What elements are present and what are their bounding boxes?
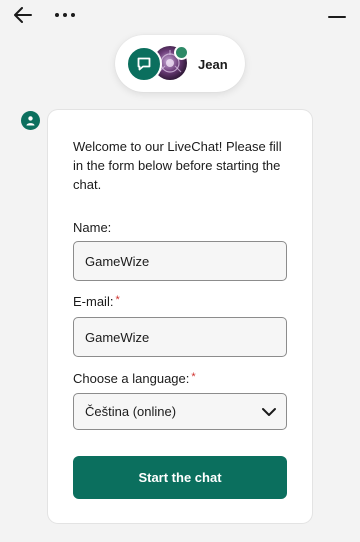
- system-message-avatar: [21, 111, 40, 130]
- minimize-icon: [328, 16, 346, 18]
- required-marker: *: [115, 294, 120, 306]
- user-icon: [26, 116, 35, 126]
- name-input[interactable]: [73, 241, 287, 281]
- agent-header: Jean: [115, 35, 245, 92]
- back-button[interactable]: [8, 2, 38, 28]
- agent-name: Jean: [198, 57, 228, 72]
- top-bar: [0, 0, 360, 30]
- arrow-left-icon: [14, 7, 32, 23]
- language-label: Choose a language: *: [73, 371, 196, 386]
- more-horizontal-icon: [55, 13, 75, 17]
- email-input[interactable]: [73, 317, 287, 357]
- livechat-logo: [126, 46, 162, 82]
- online-status-dot: [174, 45, 189, 60]
- email-label: E-mail: *: [73, 294, 120, 309]
- language-select[interactable]: Čeština (online): [73, 393, 287, 430]
- welcome-message: Welcome to our LiveChat! Please fill in …: [73, 139, 282, 192]
- minimize-button[interactable]: [322, 4, 352, 30]
- start-chat-button[interactable]: Start the chat: [73, 456, 287, 499]
- name-label: Name:: [73, 220, 112, 235]
- language-select-value: Čeština (online): [85, 404, 177, 419]
- chat-bubble-icon: [137, 57, 151, 71]
- more-options-button[interactable]: [50, 2, 80, 28]
- required-marker: *: [191, 371, 196, 383]
- prechat-form-card: Welcome to our LiveChat! Please fill in …: [48, 110, 312, 523]
- chevron-down-icon: [262, 408, 276, 416]
